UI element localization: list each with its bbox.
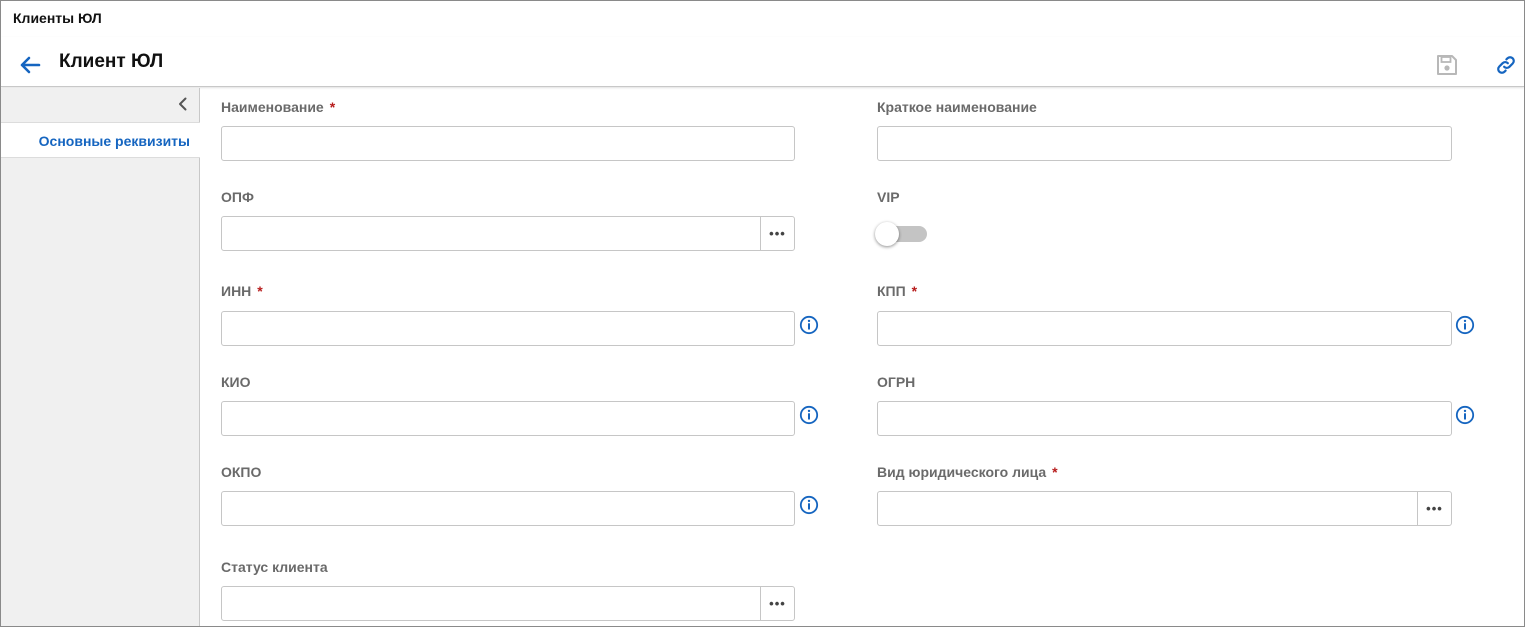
short-name-label: Краткое наименование bbox=[877, 99, 1037, 115]
sidebar-item-main-details[interactable]: Основные реквизиты bbox=[1, 122, 200, 158]
save-button[interactable] bbox=[1435, 53, 1459, 77]
short-name-input[interactable] bbox=[877, 126, 1452, 161]
legal-type-label: Вид юридического лица * bbox=[877, 464, 1058, 480]
required-marker: * bbox=[911, 283, 918, 299]
kpp-label: КПП * bbox=[877, 283, 918, 299]
back-button[interactable] bbox=[15, 51, 45, 79]
info-icon[interactable] bbox=[799, 315, 819, 335]
required-marker: * bbox=[1052, 464, 1058, 480]
sidebar-item-label: Основные реквизиты bbox=[38, 133, 190, 149]
opf-label: ОПФ bbox=[221, 189, 254, 205]
client-status-input[interactable] bbox=[222, 587, 760, 620]
kio-input[interactable] bbox=[221, 401, 795, 436]
client-status-select-button[interactable]: ••• bbox=[760, 587, 794, 620]
vip-label: VIP bbox=[877, 189, 900, 205]
info-icon[interactable] bbox=[1455, 405, 1475, 425]
client-status-lookup: ••• bbox=[221, 586, 795, 621]
required-marker: * bbox=[329, 99, 336, 115]
link-icon bbox=[1497, 56, 1515, 74]
okpo-label: ОКПО bbox=[221, 464, 262, 480]
name-input[interactable] bbox=[221, 126, 795, 161]
kio-label: КИО bbox=[221, 374, 251, 390]
opf-input[interactable] bbox=[222, 217, 760, 250]
client-status-label: Статус клиента bbox=[221, 559, 328, 575]
legal-type-select-button[interactable]: ••• bbox=[1417, 492, 1451, 525]
sidebar: Основные реквизиты bbox=[1, 88, 200, 626]
name-label: Наименование * bbox=[221, 99, 336, 115]
kpp-input[interactable] bbox=[877, 311, 1452, 346]
opf-select-button[interactable]: ••• bbox=[760, 217, 794, 250]
app-frame: Клиенты ЮЛ Клиент ЮЛ Основные реквизиты … bbox=[0, 0, 1525, 627]
inn-input[interactable] bbox=[221, 311, 795, 346]
info-icon[interactable] bbox=[1455, 315, 1475, 335]
info-icon[interactable] bbox=[799, 495, 819, 515]
page-header: Клиент ЮЛ bbox=[1, 37, 1524, 87]
ogrn-input[interactable] bbox=[877, 401, 1452, 436]
required-marker: * bbox=[257, 283, 263, 299]
legal-type-input[interactable] bbox=[878, 492, 1417, 525]
info-icon[interactable] bbox=[799, 405, 819, 425]
chevron-left-icon bbox=[179, 97, 187, 111]
collapse-sidebar-button[interactable] bbox=[175, 96, 191, 112]
inn-label: ИНН * bbox=[221, 283, 263, 299]
vip-toggle[interactable] bbox=[873, 222, 929, 246]
copy-link-button[interactable] bbox=[1495, 54, 1519, 78]
page-title: Клиент ЮЛ bbox=[59, 51, 164, 72]
okpo-input[interactable] bbox=[221, 491, 795, 526]
window-title: Клиенты ЮЛ bbox=[13, 10, 102, 26]
arrow-left-icon bbox=[20, 56, 41, 74]
floppy-disk-icon bbox=[1437, 55, 1457, 75]
legal-type-lookup: ••• bbox=[877, 491, 1452, 526]
opf-lookup: ••• bbox=[221, 216, 795, 251]
toggle-knob bbox=[875, 222, 899, 246]
ogrn-label: ОГРН bbox=[877, 374, 916, 390]
